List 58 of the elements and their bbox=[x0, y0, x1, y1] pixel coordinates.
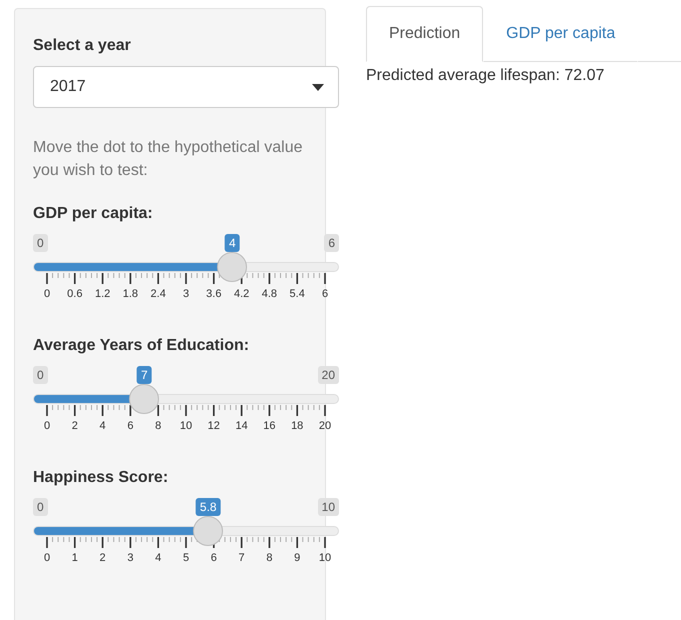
slider-label: Average Years of Education: bbox=[33, 336, 250, 356]
max-label: 6 bbox=[324, 234, 339, 252]
tick-label: 18 bbox=[291, 420, 304, 432]
tab[interactable]: GDP per capita bbox=[483, 6, 638, 62]
tick-label: 4 bbox=[100, 420, 106, 432]
tick-label: 1.2 bbox=[94, 288, 110, 300]
tick-label: 3 bbox=[127, 552, 134, 564]
min-label: 0 bbox=[33, 366, 48, 384]
year-select[interactable]: 2017 bbox=[33, 66, 339, 108]
tick-label: 9 bbox=[294, 552, 300, 564]
tick-label: 2 bbox=[72, 420, 78, 432]
max-label: 20 bbox=[318, 366, 339, 384]
tick-label: 2.4 bbox=[150, 288, 166, 300]
slider-label: Happiness Score: bbox=[33, 468, 170, 488]
tick-label: 0 bbox=[44, 420, 50, 432]
slider-handle[interactable] bbox=[217, 252, 248, 282]
tick-label: 6 bbox=[322, 288, 328, 300]
tick-label: 12 bbox=[208, 420, 220, 432]
tick-label: 16 bbox=[263, 420, 276, 432]
slider-track[interactable] bbox=[33, 526, 339, 536]
slider-label: GDP per capita: bbox=[33, 204, 154, 224]
slider-track[interactable] bbox=[33, 394, 339, 404]
tick-label: 0 bbox=[44, 288, 50, 300]
max-label: 10 bbox=[318, 498, 339, 516]
slider-handle[interactable] bbox=[129, 384, 160, 414]
tick-label: 4 bbox=[155, 552, 162, 564]
value-badge: 4 bbox=[224, 234, 240, 252]
tick-label: 0.6 bbox=[67, 288, 82, 300]
min-label: 0 bbox=[33, 498, 48, 516]
tick-label: 3.6 bbox=[206, 288, 222, 300]
tick-label: 6 bbox=[127, 420, 134, 432]
value-badge: 5.8 bbox=[196, 498, 221, 516]
tick-label: 10 bbox=[318, 552, 332, 564]
tick-label: 4.2 bbox=[234, 288, 250, 300]
tick-label: 2 bbox=[100, 552, 106, 564]
prediction-output: Predicted average lifespan: 72.07 bbox=[366, 67, 606, 85]
year-label: Select a year bbox=[33, 36, 132, 56]
tick-label: 10 bbox=[180, 420, 192, 432]
tick-label: 5 bbox=[182, 552, 190, 564]
tick-label: 0 bbox=[44, 552, 50, 564]
tick-label: 8 bbox=[266, 552, 272, 564]
min-label: 0 bbox=[33, 234, 48, 252]
tick-label: 4.8 bbox=[262, 288, 278, 300]
tick-label: 8 bbox=[155, 420, 162, 432]
instructions-text: Move the dot to the hypothetical value you wish to test: bbox=[33, 138, 304, 181]
tick-label: 14 bbox=[235, 420, 248, 432]
tick-label: 1 bbox=[72, 552, 78, 564]
tab[interactable]: Prediction bbox=[366, 6, 484, 62]
tick-label: 6 bbox=[210, 552, 217, 564]
value-badge: 7 bbox=[136, 366, 152, 384]
tick-label: 5.4 bbox=[290, 288, 305, 300]
caret-icon bbox=[312, 84, 324, 90]
slider-track[interactable] bbox=[33, 262, 339, 272]
tick-label: 1.8 bbox=[122, 288, 138, 300]
tick-label: 7 bbox=[238, 552, 245, 564]
slider-handle[interactable] bbox=[193, 516, 224, 546]
tick-label: 3 bbox=[182, 288, 190, 300]
tick-label: 20 bbox=[318, 420, 332, 432]
